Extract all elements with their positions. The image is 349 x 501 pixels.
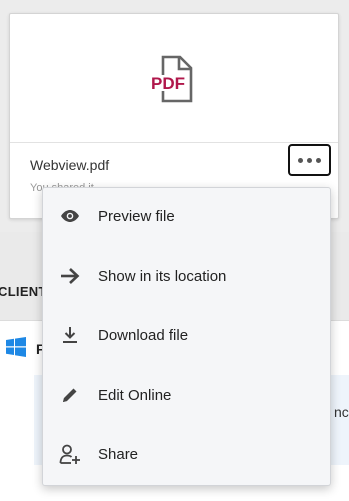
menu-item-label: Preview file: [98, 207, 175, 225]
info-panel-text: nc: [334, 404, 349, 420]
file-thumbnail[interactable]: PDF: [10, 14, 338, 143]
page: CLIENT F nc PDF Webview.pdf You shared i…: [0, 0, 349, 501]
menu-item-show-in-location[interactable]: Show in its location: [43, 248, 330, 304]
windows-logo-icon: [6, 337, 26, 357]
menu-item-label: Show in its location: [98, 267, 227, 285]
menu-item-label: Share: [98, 445, 139, 463]
context-menu: Preview file Show in its location Downlo…: [42, 187, 331, 486]
pdf-file-icon: PDF: [151, 55, 193, 103]
menu-item-download-file[interactable]: Download file: [43, 307, 330, 363]
file-name[interactable]: Webview.pdf: [30, 157, 109, 173]
pencil-icon: [58, 383, 82, 407]
eye-icon: [58, 204, 82, 228]
menu-item-label: Download file: [98, 326, 189, 344]
more-options-dot: [307, 157, 312, 163]
menu-item-preview-file[interactable]: Preview file: [43, 188, 330, 244]
download-icon: [58, 323, 82, 347]
more-options-dot: [316, 157, 321, 163]
more-options-button[interactable]: [288, 144, 331, 176]
menu-item-label: Edit Online: [98, 386, 172, 404]
menu-item-share[interactable]: Share: [43, 426, 330, 482]
pdf-label: PDF: [151, 74, 185, 93]
section-label: CLIENT: [0, 284, 47, 299]
menu-item-edit-online[interactable]: Edit Online: [43, 367, 330, 423]
more-options-icon: [298, 157, 303, 163]
share-user-icon: [58, 442, 82, 466]
arrow-right-icon: [58, 264, 82, 288]
